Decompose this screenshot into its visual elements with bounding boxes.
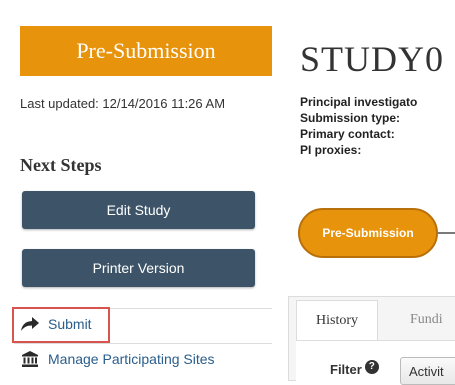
last-updated-text: Last updated: 12/14/2016 11:26 AM bbox=[20, 96, 226, 111]
primary-contact-label: Primary contact: bbox=[300, 127, 395, 141]
edit-study-button[interactable]: Edit Study bbox=[22, 191, 255, 229]
manage-participating-sites-link[interactable]: Manage Participating Sites bbox=[20, 351, 215, 367]
pi-proxies-label: PI proxies: bbox=[300, 143, 362, 157]
submit-link[interactable]: Submit bbox=[20, 316, 92, 332]
tab-history[interactable]: History bbox=[296, 300, 378, 341]
submission-type-label: Submission type: bbox=[300, 111, 401, 125]
pi-label: Principal investigato bbox=[300, 95, 418, 109]
workflow-state-node: Pre-Submission bbox=[298, 208, 438, 258]
status-banner: Pre-Submission bbox=[20, 26, 272, 76]
next-steps-heading: Next Steps bbox=[20, 155, 102, 175]
filter-label: Filter ? bbox=[330, 359, 379, 377]
printer-version-button[interactable]: Printer Version bbox=[22, 249, 255, 287]
share-arrow-icon bbox=[20, 316, 40, 332]
filter-label-text: Filter bbox=[330, 362, 362, 377]
submit-link-label: Submit bbox=[48, 316, 92, 332]
study-title: STUDY0 bbox=[300, 39, 445, 79]
tab-funding[interactable]: Fundi bbox=[398, 300, 455, 340]
help-icon[interactable]: ? bbox=[364, 359, 379, 374]
divider bbox=[14, 343, 272, 344]
study-info-list: Principal investigato Submission type: P… bbox=[300, 94, 417, 158]
workflow-connector bbox=[438, 232, 455, 234]
manage-sites-label: Manage Participating Sites bbox=[48, 351, 215, 367]
institution-icon bbox=[20, 351, 40, 367]
